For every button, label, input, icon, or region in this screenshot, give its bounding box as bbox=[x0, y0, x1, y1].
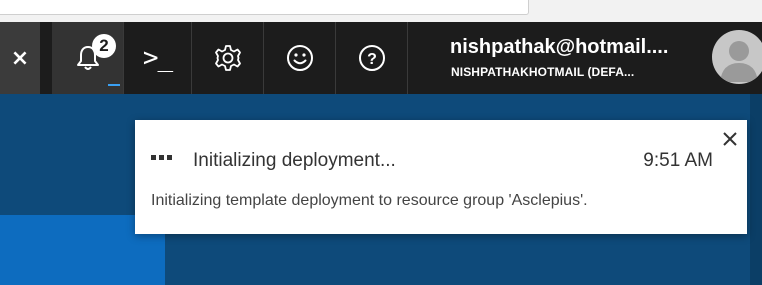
gear-icon bbox=[214, 45, 241, 71]
help-button[interactable]: ? bbox=[336, 22, 408, 94]
notification-count-badge: 2 bbox=[92, 34, 116, 58]
avatar[interactable] bbox=[712, 30, 762, 84]
notification-time: 9:51 AM bbox=[643, 150, 713, 171]
account-name: nishpathak@hotmail.... bbox=[450, 36, 669, 58]
help-icon: ? bbox=[358, 45, 385, 71]
close-icon: × bbox=[10, 45, 30, 71]
cloud-shell-button[interactable]: >_ bbox=[124, 22, 192, 94]
account-directory: NISHPATHAKHOTMAIL (DEFA... bbox=[451, 65, 635, 79]
progress-dots-icon bbox=[151, 155, 175, 161]
active-tab-indicator bbox=[108, 84, 120, 86]
browser-chrome bbox=[0, 0, 762, 22]
terminal-icon: >_ bbox=[142, 43, 173, 73]
user-icon bbox=[720, 41, 758, 82]
help-glyph: ? bbox=[367, 51, 377, 68]
account-menu[interactable]: nishpathak@hotmail.... NISHPATHAKHOTMAIL… bbox=[450, 22, 710, 94]
dismiss-notification-button[interactable] bbox=[721, 130, 739, 148]
settings-button[interactable] bbox=[192, 22, 264, 94]
notification-description: Initializing template deployment to reso… bbox=[151, 192, 588, 209]
notification-title: Initializing deployment... bbox=[193, 150, 396, 171]
content-edge bbox=[750, 94, 762, 285]
address-bar[interactable] bbox=[0, 0, 529, 15]
notification-toast[interactable]: Initializing deployment... 9:51 AM Initi… bbox=[135, 120, 747, 234]
close-button[interactable]: × bbox=[0, 22, 40, 94]
feedback-button[interactable] bbox=[264, 22, 336, 94]
close-icon bbox=[723, 132, 737, 146]
notifications-button[interactable]: 2 bbox=[52, 22, 124, 94]
portal-topbar: × 2 >_ ? nishpathak@hotmail.... NISHPATH… bbox=[0, 22, 762, 94]
smiley-icon bbox=[286, 45, 313, 71]
